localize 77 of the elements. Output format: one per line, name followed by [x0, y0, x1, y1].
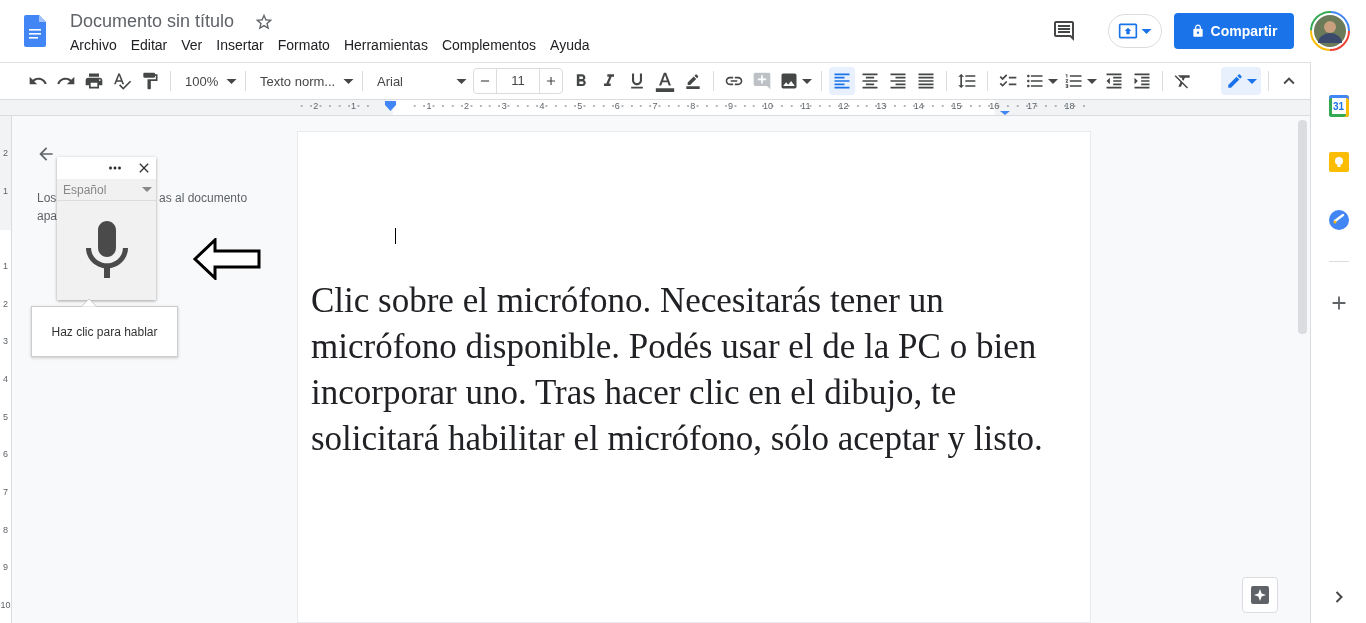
print-icon	[84, 71, 104, 91]
align-right-icon	[888, 71, 908, 91]
caret-icon	[1246, 78, 1257, 84]
editing-mode-button[interactable]	[1221, 67, 1261, 95]
align-left-button[interactable]	[829, 67, 855, 95]
comment-history-button[interactable]	[1052, 19, 1076, 43]
document-title[interactable]: Documento sin título	[70, 11, 235, 32]
outline-hint-text: apa	[37, 208, 58, 225]
lock-icon	[1190, 24, 1205, 38]
caret-icon	[1048, 78, 1058, 84]
image-icon	[779, 71, 799, 91]
ruler-number: 8	[2, 523, 9, 537]
style-dropdown[interactable]: Texto norm...	[252, 67, 356, 95]
pencil-icon	[1225, 72, 1244, 90]
caret-icon	[456, 78, 467, 84]
ruler-number: 2	[2, 297, 9, 311]
pointing-arrow-drawing	[193, 238, 261, 280]
ruler-number: 4	[2, 372, 9, 386]
menu-item[interactable]: Ver	[174, 37, 210, 53]
explore-button[interactable]	[1242, 577, 1278, 613]
document-page[interactable]	[297, 131, 1091, 623]
menu-item[interactable]: Complementos	[434, 37, 544, 53]
text-color-icon	[654, 70, 676, 92]
scrollbar-thumb[interactable]	[1298, 120, 1307, 334]
outline-hint-text: Los	[37, 190, 57, 207]
font-dropdown[interactable]: Arial	[369, 67, 469, 95]
ruler-number: 7	[2, 486, 9, 500]
caret-icon	[802, 78, 812, 84]
align-left-icon	[832, 71, 852, 91]
caret-icon	[343, 78, 354, 84]
menu-item[interactable]: Herramientas	[336, 37, 435, 53]
numbered-list-icon	[1064, 71, 1084, 91]
chevron-right-icon	[1334, 591, 1343, 603]
share-button[interactable]: Compartir	[1174, 13, 1294, 49]
ruler-number: 2	[2, 146, 9, 160]
ruler-number: 5	[2, 410, 9, 424]
present-icon	[1118, 21, 1138, 41]
ruler-number: 3	[2, 335, 9, 349]
zoom-dropdown[interactable]: 100%	[177, 67, 239, 95]
line-spacing-icon	[957, 71, 977, 91]
document-paragraph: Clic sobre el micrófono. Necesitarás tener un micrófono disponible. Podés usar el de la PC o bien incorporar uno. Tras hacer clic en el dibujo, te solicitará habilitar el micrófono, sólo aceptar y listo.	[311, 280, 1044, 460]
menu-item[interactable]: Editar	[123, 37, 175, 53]
lightbulb-icon	[1328, 152, 1349, 172]
comment-icon	[1052, 19, 1076, 43]
spellcheck-icon	[112, 71, 132, 91]
tooltip: Haz clic para hablar	[31, 306, 178, 357]
align-justify-icon	[916, 71, 936, 91]
plus-icon	[544, 74, 558, 88]
caret-icon	[1141, 28, 1152, 34]
increase-indent-icon	[1132, 71, 1152, 91]
pen-icon	[685, 73, 701, 89]
text-cursor	[395, 228, 396, 244]
add-comment-icon	[752, 71, 772, 91]
align-center-icon	[860, 71, 880, 91]
ruler-number: 10	[0, 599, 11, 613]
calendar-app-button[interactable]: 31	[1328, 95, 1349, 117]
caret-icon	[226, 78, 237, 84]
ruler-number: 6	[2, 448, 9, 462]
menu-item[interactable]: Archivo	[63, 37, 124, 53]
outline-hint-text: as al documento	[159, 190, 248, 207]
caret-icon	[1087, 78, 1097, 84]
paint-roller-icon	[140, 71, 160, 91]
sparkle-icon	[1250, 585, 1270, 605]
avatar[interactable]	[1310, 11, 1350, 51]
decrease-indent-icon	[1104, 71, 1124, 91]
caret-icon	[142, 187, 152, 192]
ruler-number: 9	[2, 561, 9, 575]
ruler-number: 1	[2, 184, 9, 198]
docs-logo-icon[interactable]	[24, 15, 46, 47]
tooltip-pointer	[81, 298, 97, 307]
check-circle-icon	[1328, 210, 1349, 230]
microphone-button[interactable]	[57, 201, 156, 300]
menu-item[interactable]: Formato	[270, 37, 337, 53]
menu-item[interactable]: Insertar	[209, 37, 271, 53]
menu-item[interactable]: Ayuda	[543, 37, 597, 53]
ruler-number: 1	[2, 259, 9, 273]
present-button[interactable]	[1108, 14, 1162, 48]
